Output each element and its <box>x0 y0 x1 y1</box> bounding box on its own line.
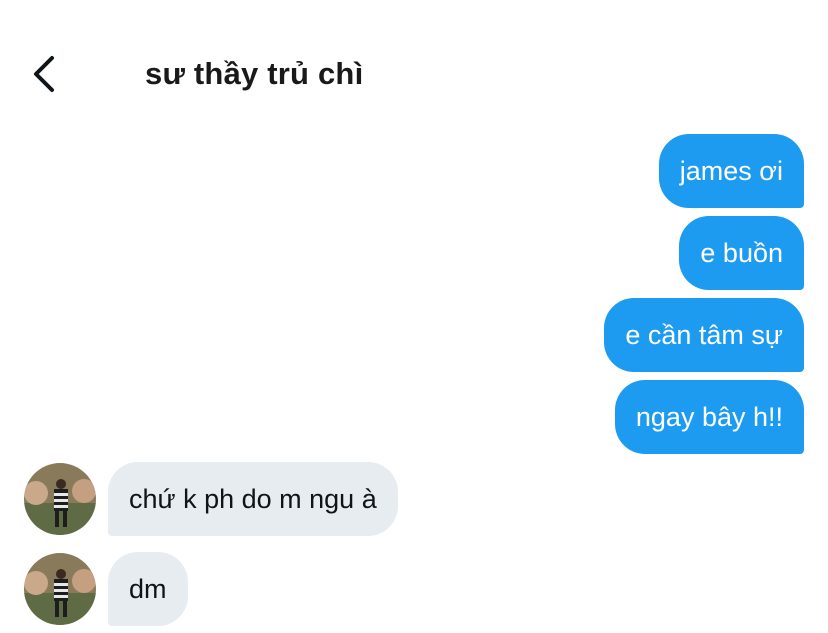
sent-message[interactable]: e buồn <box>679 216 804 290</box>
conversation-header: sư thầy trủ chì <box>0 0 828 120</box>
sent-message[interactable]: e cần tâm sự <box>604 298 804 372</box>
received-message[interactable]: chứ k ph do m ngu à <box>108 462 398 536</box>
sent-message[interactable]: james ơi <box>658 134 804 208</box>
conversation-title: sư thầy trủ chì <box>145 56 364 91</box>
chevron-left-icon <box>34 56 54 92</box>
received-message[interactable]: dm <box>108 552 188 626</box>
user-avatar[interactable] <box>24 463 96 535</box>
user-avatar[interactable] <box>24 553 96 625</box>
back-button[interactable] <box>26 52 66 96</box>
sent-message[interactable]: ngay bây h!! <box>614 380 804 454</box>
